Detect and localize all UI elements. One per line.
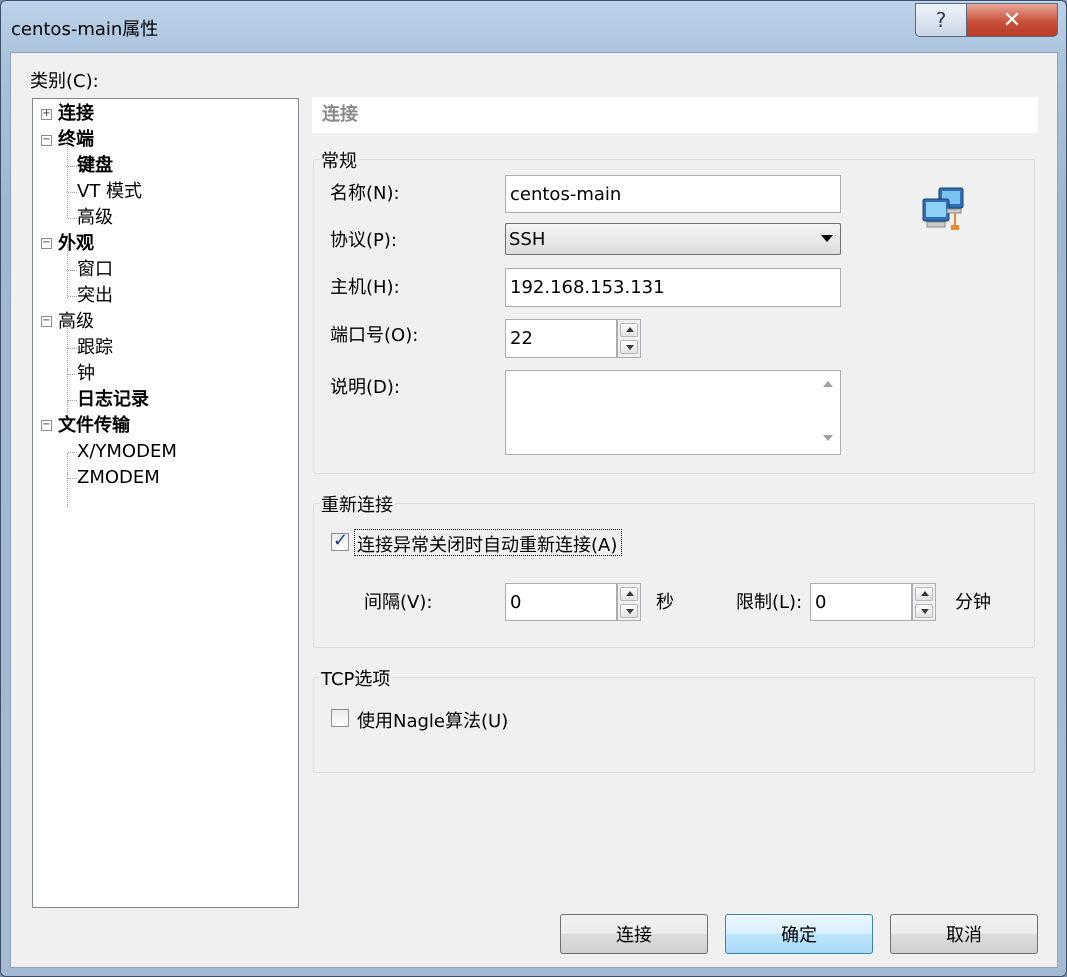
tree-item-vt-mode[interactable]: VT 模式 bbox=[77, 180, 142, 204]
scroll-down-icon[interactable] bbox=[823, 435, 833, 441]
name-label: 名称(N): bbox=[330, 183, 400, 204]
desc-scrollbar[interactable] bbox=[818, 371, 838, 454]
chevron-down-icon bbox=[821, 235, 833, 242]
port-spinner[interactable] bbox=[617, 319, 641, 358]
category-label: 类别(C): bbox=[30, 71, 99, 92]
port-label: 端口号(O): bbox=[330, 325, 419, 346]
dialog-window: centos-main属性 ? ✕ 类别(C): + − − − − 连接 终端… bbox=[0, 0, 1067, 977]
interval-field[interactable]: 0 bbox=[505, 583, 617, 621]
tree-item-logging[interactable]: 日志记录 bbox=[77, 388, 149, 412]
reconnect-group bbox=[313, 503, 1035, 648]
spin-down-icon[interactable] bbox=[620, 604, 638, 618]
help-button[interactable]: ? bbox=[915, 3, 967, 37]
spin-down-icon[interactable] bbox=[915, 604, 933, 618]
tree-item-advanced[interactable]: 高级 bbox=[58, 310, 94, 334]
help-icon: ? bbox=[935, 8, 947, 32]
tree-item-terminal-advanced[interactable]: 高级 bbox=[77, 206, 113, 230]
tree-item-terminal[interactable]: 终端 bbox=[58, 128, 94, 152]
collapse-icon[interactable]: − bbox=[41, 135, 52, 146]
cancel-button[interactable]: 取消 bbox=[890, 914, 1038, 954]
port-field[interactable]: 22 bbox=[505, 319, 617, 358]
connect-button[interactable]: 连接 bbox=[560, 914, 708, 954]
interval-spinner[interactable] bbox=[617, 583, 641, 621]
tree-item-zmodem[interactable]: ZMODEM bbox=[77, 466, 160, 490]
tcp-group-title: TCP选项 bbox=[319, 665, 393, 691]
spin-up-icon[interactable] bbox=[915, 587, 933, 601]
close-button[interactable]: ✕ bbox=[966, 3, 1058, 37]
host-label: 主机(H): bbox=[330, 277, 400, 298]
collapse-icon[interactable]: − bbox=[41, 238, 52, 249]
auto-reconnect-label[interactable]: 连接异常关闭时自动重新连接(A) bbox=[357, 531, 617, 557]
limit-field[interactable]: 0 bbox=[810, 583, 912, 621]
expand-icon[interactable]: + bbox=[41, 109, 52, 120]
window-title: centos-main属性 bbox=[11, 19, 159, 40]
protocol-select[interactable]: SSH bbox=[505, 223, 841, 255]
checkmark-icon: ✓ bbox=[333, 530, 349, 551]
close-icon: ✕ bbox=[1002, 7, 1022, 33]
desc-label: 说明(D): bbox=[330, 377, 400, 398]
tree-item-keyboard[interactable]: 键盘 bbox=[77, 154, 113, 178]
reconnect-group-title: 重新连接 bbox=[319, 491, 395, 517]
protocol-label: 协议(P): bbox=[330, 230, 397, 251]
spin-up-icon[interactable] bbox=[620, 587, 638, 601]
nagle-label[interactable]: 使用Nagle算法(U) bbox=[357, 707, 508, 733]
limit-label: 限制(L): bbox=[736, 592, 803, 613]
scroll-up-icon[interactable] bbox=[823, 381, 833, 387]
interval-unit: 秒 bbox=[656, 592, 674, 613]
tree-item-appearance[interactable]: 外观 bbox=[58, 232, 94, 256]
spin-down-icon[interactable] bbox=[620, 340, 638, 354]
tree-item-bell[interactable]: 钟 bbox=[77, 362, 95, 386]
collapse-icon[interactable]: − bbox=[41, 316, 52, 327]
collapse-icon[interactable]: − bbox=[41, 420, 52, 431]
tree-item-file-transfer[interactable]: 文件传输 bbox=[58, 414, 130, 438]
limit-unit: 分钟 bbox=[955, 592, 991, 613]
tree-item-window[interactable]: 窗口 bbox=[77, 258, 113, 282]
tree-item-highlight[interactable]: 突出 bbox=[77, 284, 113, 308]
nagle-checkbox[interactable] bbox=[331, 709, 349, 727]
tree-item-xymodem[interactable]: X/YMODEM bbox=[77, 440, 177, 464]
section-header: 连接 bbox=[312, 97, 1038, 133]
network-computers-icon bbox=[919, 185, 975, 235]
auto-reconnect-checkbox[interactable]: ✓ bbox=[331, 530, 349, 551]
tree-item-connection[interactable]: 连接 bbox=[58, 102, 94, 126]
general-group-title: 常规 bbox=[319, 147, 359, 173]
ok-button[interactable]: 确定 bbox=[725, 914, 873, 954]
category-tree[interactable]: + − − − − 连接 终端 键盘 VT 模式 高级 外观 窗口 突出 高级 … bbox=[32, 98, 299, 908]
interval-label: 间隔(V): bbox=[364, 592, 433, 613]
spin-up-icon[interactable] bbox=[620, 323, 638, 337]
dialog-client-area: 类别(C): + − − − − 连接 终端 键盘 VT 模式 高级 外观 窗口… bbox=[10, 52, 1058, 968]
tree-item-trace[interactable]: 跟踪 bbox=[77, 336, 113, 360]
limit-spinner[interactable] bbox=[912, 583, 936, 621]
desc-field[interactable] bbox=[505, 370, 841, 455]
host-field[interactable]: 192.168.153.131 bbox=[505, 268, 841, 307]
name-field[interactable]: centos-main bbox=[505, 175, 841, 213]
